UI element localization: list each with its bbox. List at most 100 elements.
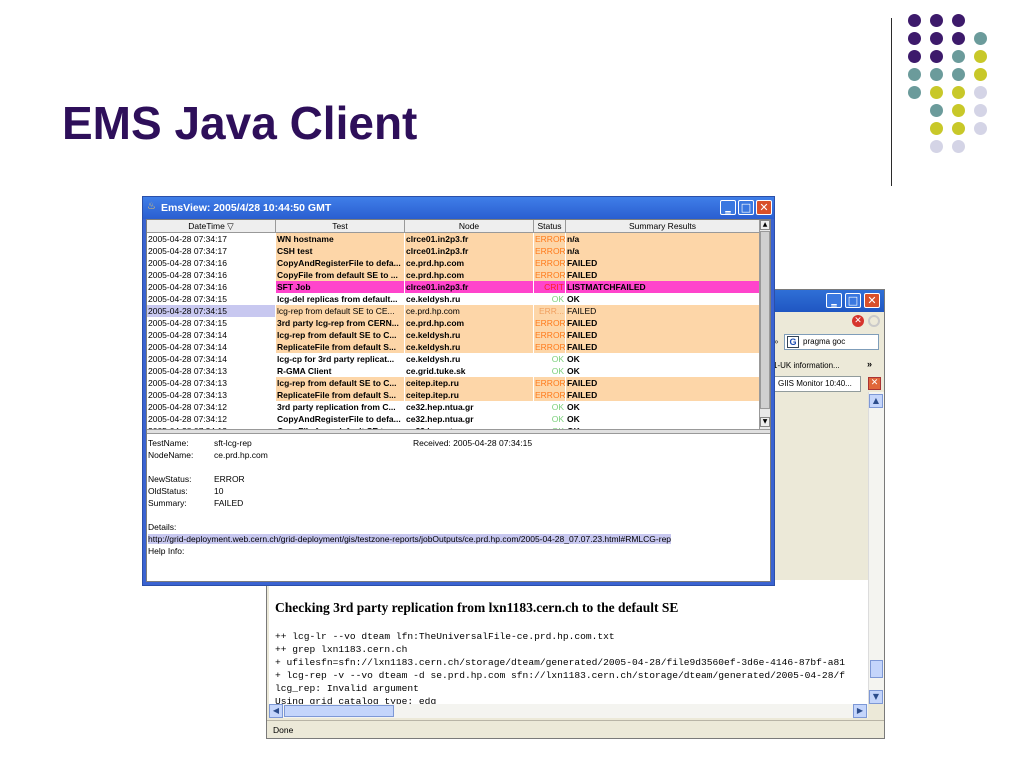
decor-dot	[952, 86, 965, 99]
table-row[interactable]: 2005-04-28 07:34:14 lcg-cp for 3rd party …	[147, 353, 759, 365]
scrollbar-thumb[interactable]	[870, 660, 883, 678]
oldstatus-label: OldStatus:	[148, 486, 188, 496]
tab-giis-monitor[interactable]: GIIS Monitor 10:40...	[773, 376, 861, 392]
links-bar-item[interactable]: 1-UK information...	[773, 359, 879, 373]
table-row[interactable]: 2005-04-28 07:34:13 R-GMA Client ce.grid.t…	[147, 365, 759, 377]
column-header-datetime[interactable]: DateTime ▽	[147, 220, 276, 232]
helpinfo-label: Help Info:	[148, 546, 185, 556]
cell-datetime: 2005-04-28 07:34:14	[148, 330, 227, 340]
minimize-button[interactable]: ‗	[826, 293, 842, 308]
cell-node: ce.prd.hp.com	[405, 257, 533, 269]
cell-status: OK	[551, 294, 564, 304]
table-row[interactable]: 2005-04-28 07:34:17 WN hostname clrce01.in…	[147, 233, 759, 245]
close-button[interactable]: ✕	[756, 200, 772, 215]
cell-summary: FAILED	[566, 329, 759, 341]
decor-dot	[908, 32, 921, 45]
window-title: EmsView: 2005/4/28 10:44:50 GMT	[161, 202, 332, 214]
cell-status: ERROR	[534, 245, 565, 257]
decor-dot	[974, 50, 987, 63]
decor-dot	[930, 104, 943, 117]
column-header-test[interactable]: Test	[276, 220, 405, 232]
decor-dot	[952, 50, 965, 63]
table-scrollbar[interactable]: ▲ ▼	[759, 220, 770, 429]
scroll-down-icon[interactable]: ▼	[869, 690, 883, 704]
java-app-icon: ♨	[147, 201, 156, 212]
table-header: DateTime ▽ Test Node Status Summary Resu…	[147, 220, 759, 233]
refresh-icon[interactable]	[868, 315, 880, 327]
table-row[interactable]: 2005-04-28 07:34:17 CSH test clrce01.in2p3…	[147, 245, 759, 257]
cell-status: OK	[551, 354, 564, 364]
table-row[interactable]: 2005-04-28 07:34:16 CopyAndRegisterFile t…	[147, 257, 759, 269]
cell-test: lcg-cp for 3rd party replicat...	[277, 354, 395, 364]
table-row[interactable]: 2005-04-28 07:34:15 lcg-rep from default …	[147, 305, 759, 317]
cell-node: ce.prd.hp.com	[405, 317, 533, 329]
cell-test: R-GMA Client	[277, 366, 332, 376]
cell-test: CopyAndRegisterFile to defa...	[277, 414, 401, 424]
search-input[interactable]: G pragma goc	[784, 334, 879, 350]
decor-dot	[930, 86, 943, 99]
table-row[interactable]: 2005-04-28 07:34:16 SFT Job clrce01.in2p3.…	[147, 281, 759, 293]
decor-dot	[974, 32, 987, 45]
scroll-right-icon[interactable]: ▶	[853, 704, 867, 718]
cell-summary: FAILED	[566, 389, 759, 401]
cell-status: ERR...	[534, 305, 565, 317]
cell-summary: OK	[567, 402, 580, 412]
cell-status: ERROR	[534, 233, 565, 245]
chevron-more-icon[interactable]: »	[867, 359, 872, 369]
cell-datetime: 2005-04-28 07:34:17	[148, 234, 227, 244]
cell-node: clrce01.in2p3.fr	[405, 281, 533, 293]
cell-summary: FAILED	[566, 377, 759, 389]
scrollbar-thumb[interactable]	[284, 705, 394, 717]
cell-test: CopyFile from default SE to ...	[276, 269, 404, 281]
nodename-label: NodeName:	[148, 450, 194, 460]
table-row[interactable]: 2005-04-28 07:34:14 lcg-rep from default …	[147, 329, 759, 341]
table-row[interactable]: 2005-04-28 07:34:13 lcg-rep from default …	[147, 377, 759, 389]
scroll-up-icon[interactable]: ▲	[869, 394, 883, 408]
table-row[interactable]: 2005-04-28 07:34:14 ReplicateFile from de…	[147, 341, 759, 353]
cell-status: OK	[551, 366, 564, 376]
scrollbar-thumb[interactable]	[760, 231, 770, 409]
decor-dot	[908, 14, 921, 27]
decor-dot	[930, 50, 943, 63]
oldstatus-value: 10	[214, 486, 224, 496]
cell-datetime: 2005-04-28 07:34:13	[148, 390, 227, 400]
scroll-down-icon[interactable]: ▼	[760, 417, 770, 427]
vertical-scrollbar[interactable]: ▲ ▼	[868, 392, 884, 704]
emsview-body: DateTime ▽ Test Node Status Summary Resu…	[146, 219, 771, 582]
cell-node: ce.keldysh.ru	[406, 354, 461, 364]
column-header-status[interactable]: Status	[534, 220, 566, 232]
table-row[interactable]: 2005-04-28 07:34:12 3rd party replication…	[147, 401, 759, 413]
stop-icon[interactable]: ✕	[852, 315, 864, 327]
column-header-summary[interactable]: Summary Results	[566, 220, 759, 232]
cell-test: SFT Job	[276, 281, 404, 293]
cell-summary: OK	[567, 294, 580, 304]
scroll-left-icon[interactable]: ◀	[269, 704, 283, 718]
close-button[interactable]: ✕	[864, 293, 880, 308]
table-row[interactable]: 2005-04-28 07:34:16 CopyFile from default…	[147, 269, 759, 281]
cell-test: ReplicateFile from default S...	[276, 389, 404, 401]
decor-dot	[908, 68, 921, 81]
maximize-button[interactable]: □	[845, 293, 861, 308]
table-row[interactable]: 2005-04-28 07:34:15 lcg-del replicas from…	[147, 293, 759, 305]
table-row[interactable]: 2005-04-28 07:34:12 CopyAndRegisterFile t…	[147, 413, 759, 425]
cell-status: OK	[551, 402, 564, 412]
cell-datetime: 2005-04-28 07:34:15	[148, 318, 227, 328]
scroll-up-icon[interactable]: ▲	[760, 220, 770, 230]
table-row[interactable]: 2005-04-28 07:34:15 3rd party lcg-rep fro…	[147, 317, 759, 329]
tab-close-icon[interactable]: ✕	[868, 377, 881, 390]
cell-status: ERROR	[534, 269, 565, 281]
log-line: ++ lcg-lr --vo dteam lfn:TheUniversalFil…	[275, 631, 615, 642]
horizontal-scrollbar[interactable]: ◀ ▶	[269, 704, 868, 718]
cell-node: clrce01.in2p3.fr	[405, 233, 533, 245]
minimize-button[interactable]: ‗	[720, 200, 736, 215]
cell-datetime: 2005-04-28 07:34:17	[148, 246, 227, 256]
maximize-button[interactable]: □	[738, 200, 754, 215]
decor-dot	[908, 86, 921, 99]
google-icon: G	[787, 336, 799, 348]
cell-test: 3rd party replication from C...	[277, 402, 396, 412]
table-row[interactable]: 2005-04-28 07:34:13 ReplicateFile from de…	[147, 389, 759, 401]
column-header-node[interactable]: Node	[405, 220, 534, 232]
decor-dot	[930, 140, 943, 153]
details-link[interactable]: http://grid-deployment.web.cern.ch/grid-…	[148, 534, 672, 544]
decor-dot	[952, 68, 965, 81]
